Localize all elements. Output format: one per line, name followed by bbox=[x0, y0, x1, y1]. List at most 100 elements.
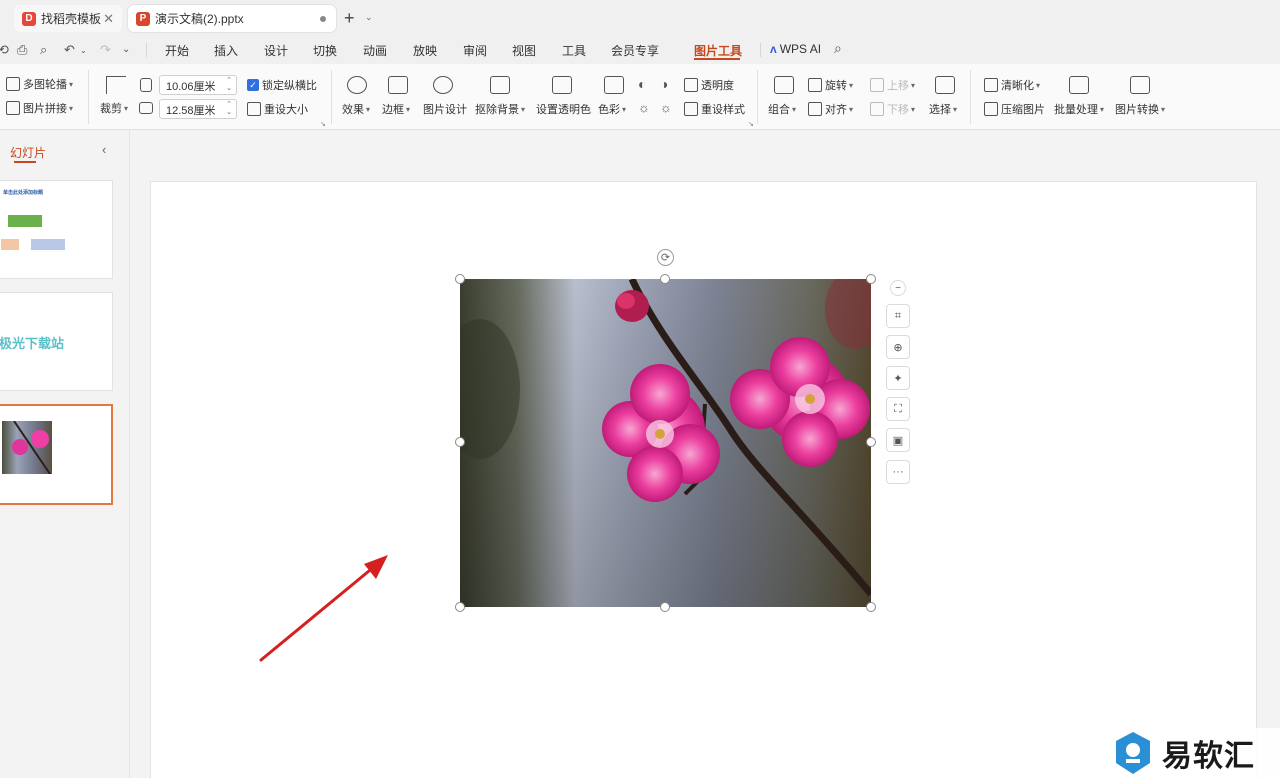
menu-wps-ai[interactable]: ʌ WPS AI bbox=[770, 42, 821, 56]
color-icon[interactable] bbox=[604, 76, 624, 94]
resize-handle-top[interactable] bbox=[660, 274, 670, 284]
tab-daoke-templates[interactable]: D 找稻壳模板 ✕ bbox=[14, 5, 122, 32]
compress-picture-button[interactable]: 压缩图片 bbox=[984, 101, 1045, 117]
increase-brightness-icon[interactable]: ☼ bbox=[638, 100, 650, 115]
resize-handle-bottom-left[interactable] bbox=[455, 602, 465, 612]
rotate-handle-icon[interactable]: ⟳ bbox=[657, 249, 674, 266]
new-tab-plus-icon[interactable]: + bbox=[344, 8, 355, 29]
group-button[interactable]: 组合 ▾ bbox=[768, 101, 796, 117]
dialog-launcher-icon[interactable]: ↘ bbox=[748, 120, 754, 128]
border-button[interactable]: 边框 ▾ bbox=[382, 101, 410, 117]
label: 旋转 bbox=[825, 80, 847, 92]
lock-aspect-ratio-checkbox[interactable]: ✓ 锁定纵横比 bbox=[247, 77, 317, 93]
new-tab-caret-icon[interactable]: ⌄ bbox=[365, 12, 373, 23]
undo-caret-icon[interactable]: ⌄ bbox=[80, 46, 87, 55]
remove-background-icon[interactable] bbox=[490, 76, 510, 94]
group-icon[interactable] bbox=[774, 76, 794, 94]
picture-design-button[interactable]: 图片设计 bbox=[423, 101, 467, 117]
undo-icon[interactable]: ↶ bbox=[64, 42, 75, 58]
menu-slideshow[interactable]: 放映 bbox=[413, 42, 437, 59]
menu-transitions[interactable]: 切换 bbox=[313, 42, 337, 59]
picture-collage-button[interactable]: 图片拼接 ▾ bbox=[6, 100, 73, 116]
picture-convert-icon[interactable] bbox=[1130, 76, 1150, 94]
border-icon[interactable] bbox=[388, 76, 408, 94]
select-icon[interactable] bbox=[935, 76, 955, 94]
set-transparent-color-button[interactable]: 设置透明色 bbox=[536, 101, 591, 117]
tab-label: 找稻壳模板 bbox=[41, 12, 102, 26]
unsaved-dot-icon[interactable] bbox=[320, 15, 326, 22]
effects-button[interactable]: 效果 ▾ bbox=[342, 101, 370, 117]
slide-thumbnail-1[interactable]: 单击此处添加标题 bbox=[0, 180, 113, 279]
magic-enhance-icon[interactable]: ✦ bbox=[886, 366, 910, 390]
menu-picture-tools[interactable]: 图片工具 bbox=[694, 42, 742, 59]
more-options-icon[interactable]: ··· bbox=[886, 460, 910, 484]
batch-process-button[interactable]: 批量处理 ▾ bbox=[1054, 101, 1104, 117]
menu-home[interactable]: 开始 bbox=[165, 42, 189, 59]
save-icon[interactable]: ⟲ bbox=[0, 42, 9, 58]
picture-convert-button[interactable]: 图片转换 ▾ bbox=[1115, 101, 1165, 117]
print-icon[interactable]: ⎙ bbox=[17, 42, 27, 58]
align-button[interactable]: 对齐 ▾ bbox=[808, 101, 853, 117]
decrease-brightness-icon[interactable]: ☼ bbox=[660, 100, 672, 115]
close-tab-icon[interactable]: ✕ bbox=[103, 11, 114, 27]
batch-process-icon[interactable] bbox=[1069, 76, 1089, 94]
menu-insert[interactable]: 插入 bbox=[214, 42, 238, 59]
effects-icon[interactable] bbox=[347, 76, 367, 94]
width-input[interactable]: 10.06厘米 ⌃ ⌄ bbox=[159, 75, 237, 95]
menu-tools[interactable]: 工具 bbox=[562, 42, 586, 59]
active-tab-indicator bbox=[694, 58, 740, 60]
height-input[interactable]: 12.58厘米 ⌃ ⌄ bbox=[159, 99, 237, 119]
menu-view[interactable]: 视图 bbox=[512, 42, 536, 59]
resize-handle-top-left[interactable] bbox=[455, 274, 465, 284]
resize-handle-bottom[interactable] bbox=[660, 602, 670, 612]
tab-presentation[interactable]: P 演示文稿(2).pptx bbox=[128, 5, 336, 32]
brightness-icon[interactable]: ◑ bbox=[660, 76, 668, 92]
picture-design-icon[interactable] bbox=[433, 76, 453, 94]
collapse-toolbar-icon[interactable]: − bbox=[890, 280, 906, 296]
slide-thumbnail-2[interactable]: 极光下载站 bbox=[0, 292, 113, 391]
sharpen-button[interactable]: 清晰化 ▾ bbox=[984, 77, 1040, 93]
resize-handle-top-right[interactable] bbox=[866, 274, 876, 284]
sharpen-icon bbox=[984, 78, 998, 92]
slide1-title-text: 单击此处添加标题 bbox=[3, 190, 44, 196]
reset-size-button[interactable]: 重设大小 bbox=[247, 101, 308, 117]
label: 抠除背景 bbox=[475, 104, 519, 116]
resize-handle-right[interactable] bbox=[866, 437, 876, 447]
multi-carousel-button[interactable]: 多图轮播 ▾ bbox=[6, 76, 73, 92]
transparency-button[interactable]: 透明度 bbox=[684, 77, 734, 93]
print-preview-icon[interactable]: ⌕ bbox=[40, 42, 47, 58]
menu-animations[interactable]: 动画 bbox=[363, 42, 387, 59]
search-icon[interactable]: ⌕ bbox=[834, 40, 842, 57]
site-watermark: 易软汇 bbox=[1112, 728, 1280, 778]
menu-review[interactable]: 审阅 bbox=[463, 42, 487, 59]
crop-icon[interactable]: ⌗ bbox=[886, 304, 910, 328]
dialog-launcher-icon[interactable]: ↘ bbox=[320, 120, 326, 128]
menu-member[interactable]: 会员专享 bbox=[611, 42, 659, 59]
select-button[interactable]: 选择 ▾ bbox=[929, 101, 957, 117]
crop-icon[interactable] bbox=[106, 76, 126, 94]
zoom-in-icon[interactable]: ⊕ bbox=[886, 335, 910, 359]
send-backward-button[interactable]: 下移 ▾ bbox=[870, 101, 915, 117]
redo-icon[interactable]: ↷ bbox=[100, 42, 111, 58]
set-transparent-color-icon[interactable] bbox=[552, 76, 572, 94]
slides-panel-title[interactable]: 幻灯片 bbox=[10, 144, 46, 161]
selected-picture[interactable] bbox=[460, 279, 871, 607]
contrast-icon[interactable]: ◐ bbox=[638, 76, 646, 92]
resize-handle-left[interactable] bbox=[455, 437, 465, 447]
bring-forward-button[interactable]: 上移 ▾ bbox=[870, 77, 915, 93]
label: 清晰化 bbox=[1001, 80, 1034, 92]
image-edit-icon[interactable]: ▣ bbox=[886, 428, 910, 452]
collapse-panel-icon[interactable]: ‹ bbox=[102, 142, 106, 157]
color-button[interactable]: 色彩 ▾ bbox=[598, 101, 626, 117]
reset-style-button[interactable]: 重设样式 bbox=[684, 101, 745, 117]
ocr-extract-icon[interactable]: ⛶ bbox=[886, 397, 910, 421]
width-value: 10.06厘米 bbox=[166, 81, 216, 93]
resize-handle-bottom-right[interactable] bbox=[866, 602, 876, 612]
slide-thumbnail-3[interactable] bbox=[0, 404, 113, 505]
label: 透明度 bbox=[701, 80, 734, 92]
more-quick-access-icon[interactable]: ⌄ bbox=[122, 44, 130, 55]
menu-design[interactable]: 设计 bbox=[264, 42, 288, 59]
crop-button[interactable]: 裁剪 ▾ bbox=[100, 100, 128, 116]
remove-background-button[interactable]: 抠除背景 ▾ bbox=[475, 101, 525, 117]
rotate-button[interactable]: 旋转 ▾ bbox=[808, 77, 853, 93]
